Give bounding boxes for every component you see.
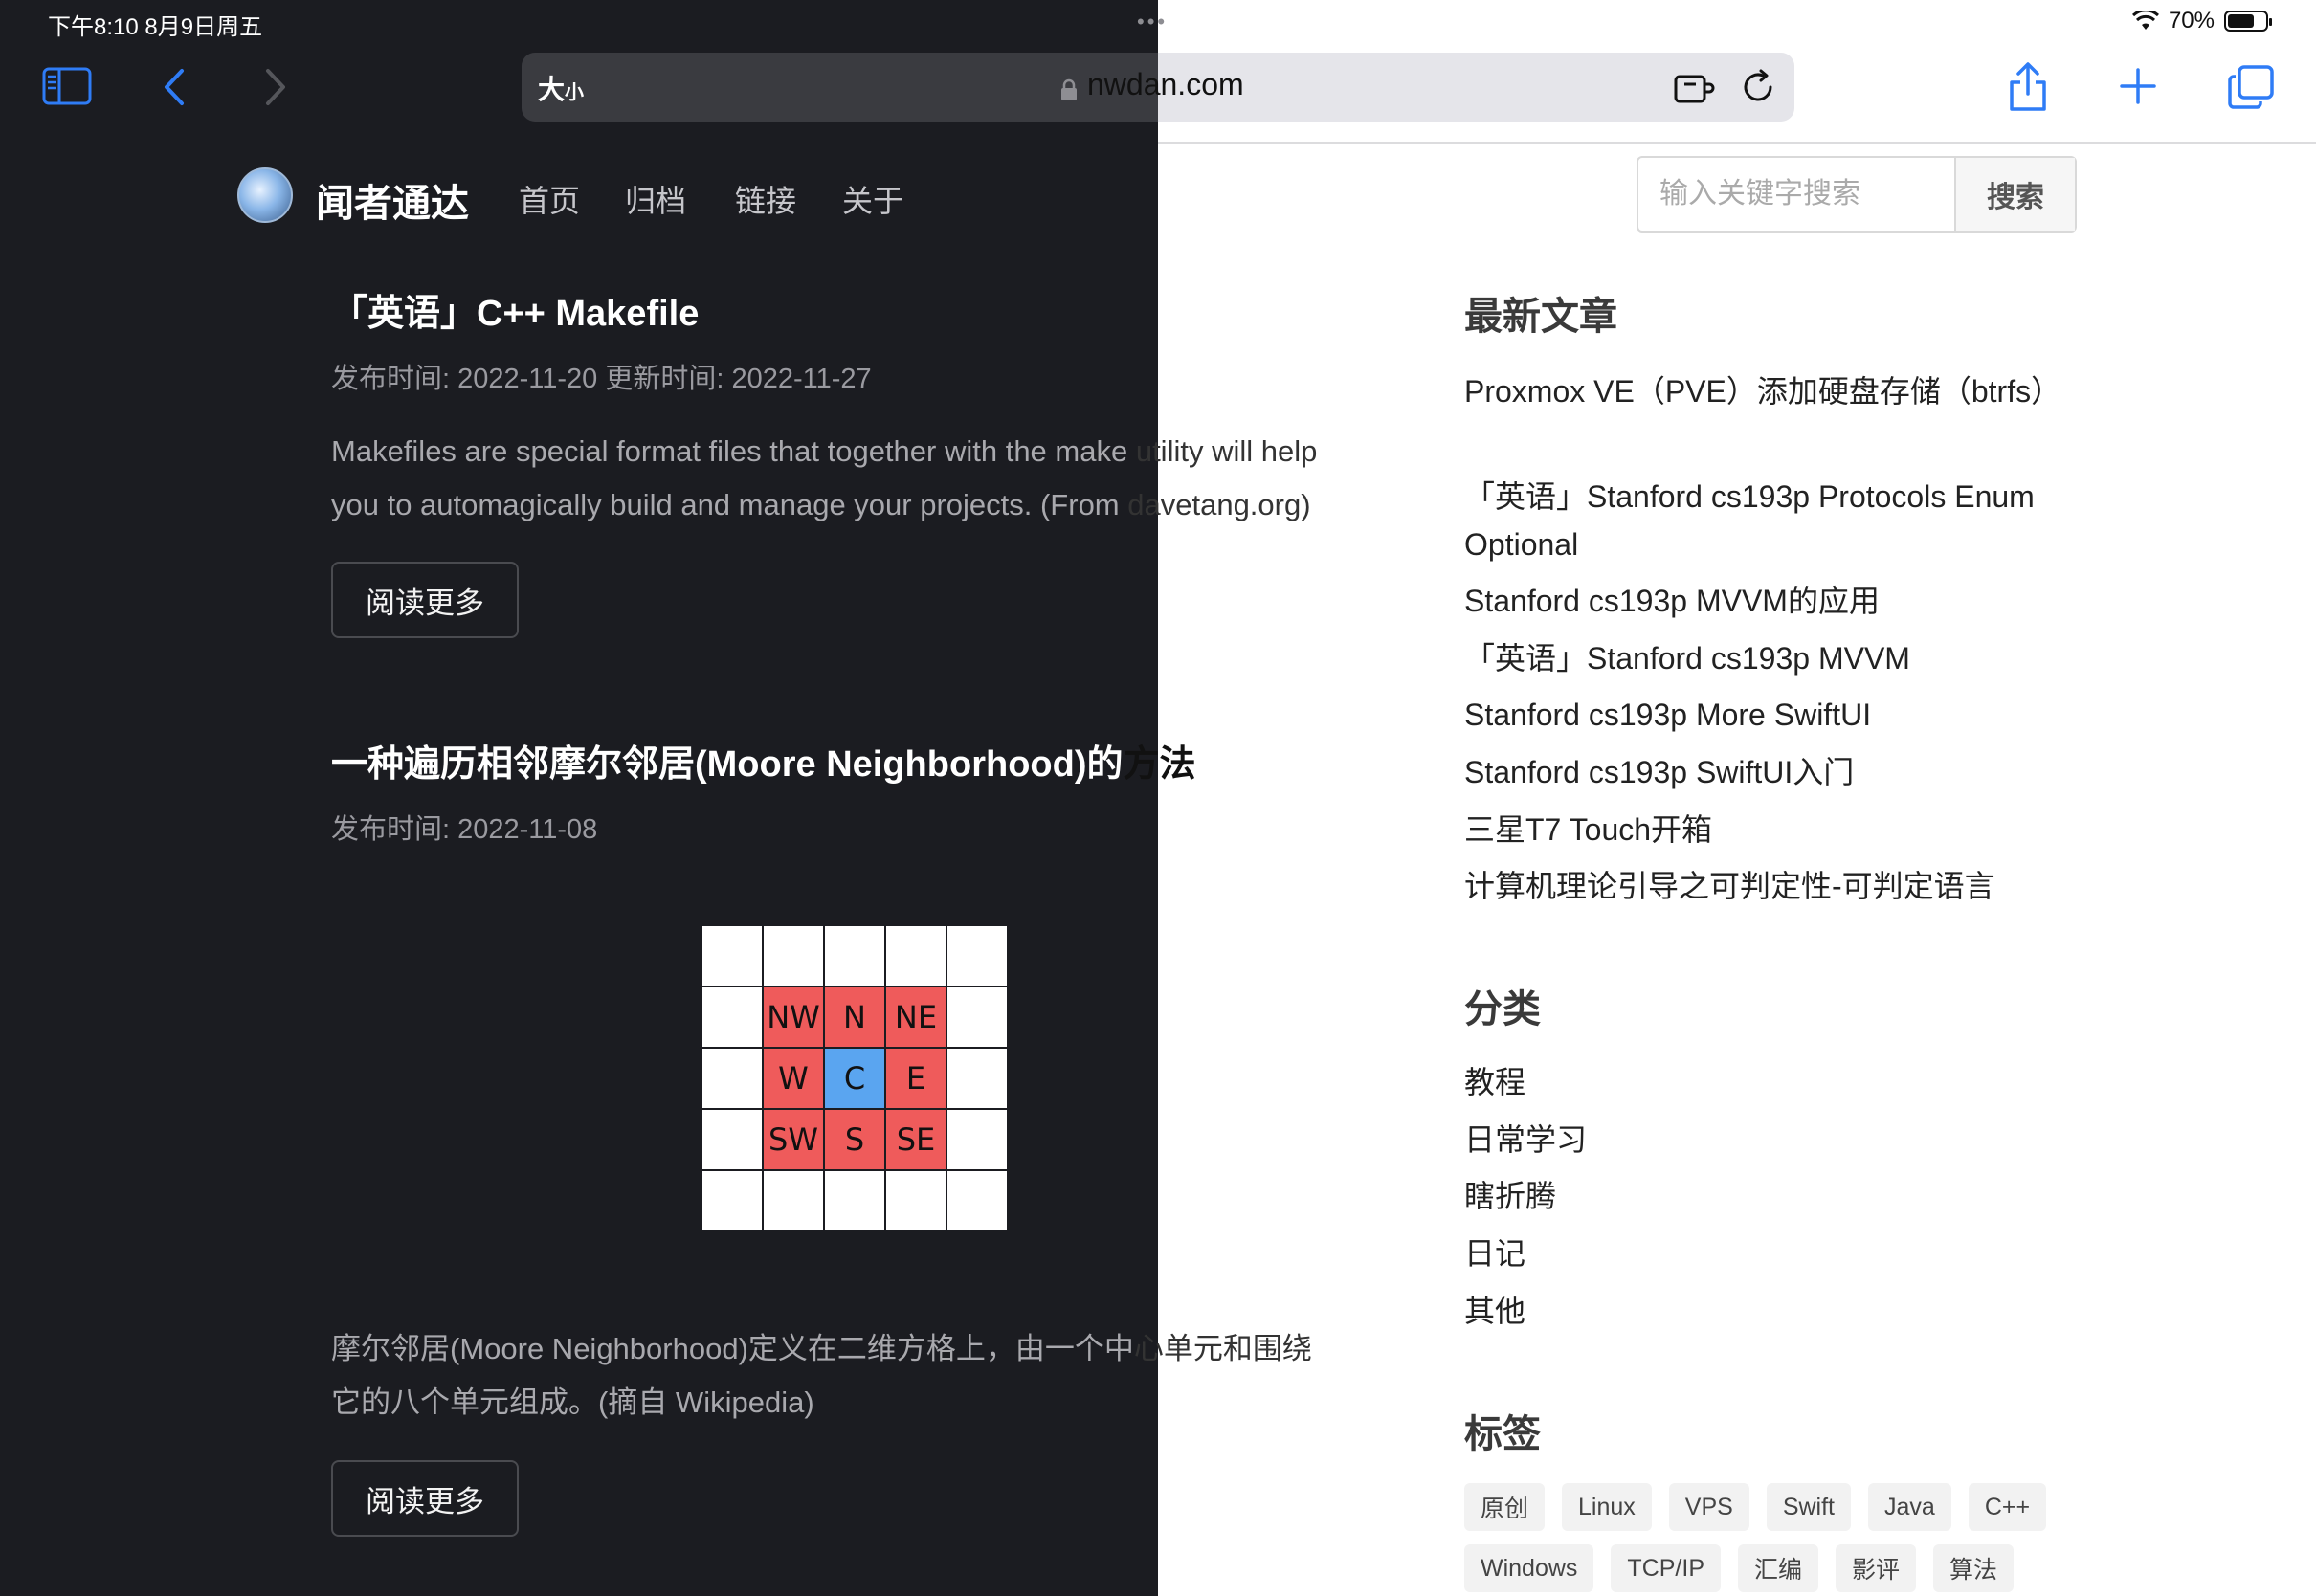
- tag-link[interactable]: Linux: [1562, 1483, 1652, 1531]
- chevron-left-icon[interactable]: [161, 67, 188, 107]
- grid-cell-e: E: [886, 1049, 946, 1108]
- status-time: 下午8:10 8月9日周五: [48, 14, 263, 40]
- grid-cell-empty: [825, 926, 884, 986]
- grid-cell-empty: [764, 1171, 823, 1230]
- tag-link[interactable]: Swift: [1766, 1483, 1851, 1531]
- site-avatar[interactable]: [237, 167, 293, 223]
- read-more-button[interactable]: 阅读更多: [331, 562, 519, 638]
- toolbar-divider: [1158, 142, 2316, 144]
- grid-cell-empty: [886, 1171, 946, 1230]
- article-summary: Makefiles are special format files that …: [331, 434, 1318, 521]
- tag-link[interactable]: C++: [1968, 1483, 2047, 1531]
- tabs-icon[interactable]: [2228, 65, 2274, 109]
- tag-link[interactable]: 原创: [1464, 1483, 1546, 1531]
- reload-icon[interactable]: [1740, 69, 1776, 105]
- tag-link[interactable]: 算法: [1933, 1544, 2015, 1592]
- site-title[interactable]: 闻者通达: [316, 172, 469, 228]
- grid-cell-empty: [702, 1171, 762, 1230]
- category-link[interactable]: 瞎折腾: [1464, 1172, 2077, 1220]
- recent-post-link[interactable]: Stanford cs193p More SwiftUI: [1464, 691, 2077, 739]
- recent-post-link[interactable]: 三星T7 Touch开箱: [1464, 806, 2077, 853]
- recent-post-link[interactable]: 「英语」Stanford cs193p MVVM: [1464, 634, 2077, 682]
- recent-post-link[interactable]: 计算机理论引导之可判定性-可判定语言: [1464, 862, 2077, 910]
- wifi-icon: [2131, 9, 2159, 32]
- grid-cell-empty: [886, 926, 946, 986]
- grid-cell-s: S: [825, 1110, 884, 1169]
- recent-post-link[interactable]: Proxmox VE（PVE）添加硬盘存储（btrfs）: [1464, 367, 2077, 415]
- plus-icon[interactable]: [2119, 67, 2157, 105]
- article-meta: 发布时间: 2022-11-08: [331, 814, 598, 845]
- category-link[interactable]: 教程: [1464, 1058, 2077, 1106]
- grid-cell-empty: [947, 987, 1007, 1047]
- lock-icon: [1060, 74, 1078, 100]
- grid-cell-se: SE: [886, 1110, 946, 1169]
- nav-links[interactable]: 链接: [735, 177, 796, 221]
- search-form: 搜索: [1637, 156, 2077, 233]
- grid-cell-empty: [825, 1171, 884, 1230]
- grid-cell-w: W: [764, 1049, 823, 1108]
- recent-posts-heading: 最新文章: [1464, 296, 1617, 338]
- article-meta: 发布时间: 2022-11-20 更新时间: 2022-11-27: [331, 364, 872, 394]
- status-right: 70%: [2131, 8, 2272, 34]
- grid-cell-empty: [947, 1049, 1007, 1108]
- tag-link[interactable]: Windows: [1464, 1544, 1594, 1592]
- grid-cell-ne: NE: [886, 987, 946, 1047]
- url-display[interactable]: nwdan.com: [1060, 67, 1244, 102]
- battery-percent: 70%: [2168, 8, 2215, 33]
- tag-link[interactable]: VPS: [1668, 1483, 1749, 1531]
- grid-cell-empty: [702, 926, 762, 986]
- search-input[interactable]: [1638, 158, 1954, 231]
- category-link[interactable]: 其他: [1464, 1287, 2077, 1335]
- category-link[interactable]: 日常学习: [1464, 1116, 2077, 1164]
- tag-link[interactable]: 汇编: [1738, 1544, 1819, 1592]
- search-button[interactable]: 搜索: [1954, 158, 2075, 231]
- grid-cell-empty: [702, 1110, 762, 1169]
- category-link[interactable]: 日记: [1464, 1230, 2077, 1277]
- grid-cell-n: N: [825, 987, 884, 1047]
- multitasking-dots-icon[interactable]: •••: [1137, 10, 1168, 34]
- tags-heading: 标签: [1464, 1413, 1541, 1455]
- tag-link[interactable]: 影评: [1836, 1544, 1917, 1592]
- text-size-button[interactable]: 大小: [538, 69, 584, 107]
- grid-cell-empty: [764, 926, 823, 986]
- nav-home[interactable]: 首页: [519, 177, 580, 221]
- article-summary: 摩尔邻居(Moore Neighborhood)定义在二维方格上，由一个中心单元…: [331, 1332, 1312, 1419]
- puzzle-icon[interactable]: [1673, 69, 1715, 107]
- read-more-button[interactable]: 阅读更多: [331, 1460, 519, 1537]
- tag-cloud: 原创 Linux VPS Swift Java C++ Windows TCP/IP 汇编 影评算…: [1464, 1483, 2134, 1592]
- recent-post-link[interactable]: Stanford cs193p MVVM的应用: [1464, 577, 2077, 625]
- grid-cell-empty: [947, 926, 1007, 986]
- nav-about[interactable]: 关于: [842, 177, 903, 221]
- tag-link[interactable]: Java: [1868, 1483, 1951, 1531]
- grid-cell-empty: [947, 1110, 1007, 1169]
- recent-post-link[interactable]: 「英语」Stanford cs193p Protocols Enum Optio…: [1464, 473, 2077, 568]
- recent-post-link[interactable]: Stanford cs193p SwiftUI入门: [1464, 748, 2077, 796]
- grid-cell-sw: SW: [764, 1110, 823, 1169]
- tag-link[interactable]: TCP/IP: [1611, 1544, 1721, 1592]
- moore-neighborhood-grid: NW N NE W C E SW S SE: [701, 924, 1009, 1232]
- article-title[interactable]: 一种遍历相邻摩尔邻居(Moore Neighborhood)的方法: [331, 734, 1196, 787]
- grid-cell-c: C: [825, 1049, 884, 1108]
- sidebar-icon[interactable]: [42, 67, 92, 105]
- chevron-right-icon[interactable]: [262, 67, 289, 107]
- nav-archive[interactable]: 归档: [625, 177, 686, 221]
- battery-icon: [2224, 11, 2272, 32]
- share-icon[interactable]: [2006, 61, 2050, 113]
- categories-heading: 分类: [1464, 988, 1541, 1031]
- grid-cell-empty: [947, 1171, 1007, 1230]
- grid-cell-empty: [702, 1049, 762, 1108]
- article-title[interactable]: 「英语」C++ Makefile: [331, 283, 699, 336]
- grid-cell-nw: NW: [764, 987, 823, 1047]
- grid-cell-empty: [702, 987, 762, 1047]
